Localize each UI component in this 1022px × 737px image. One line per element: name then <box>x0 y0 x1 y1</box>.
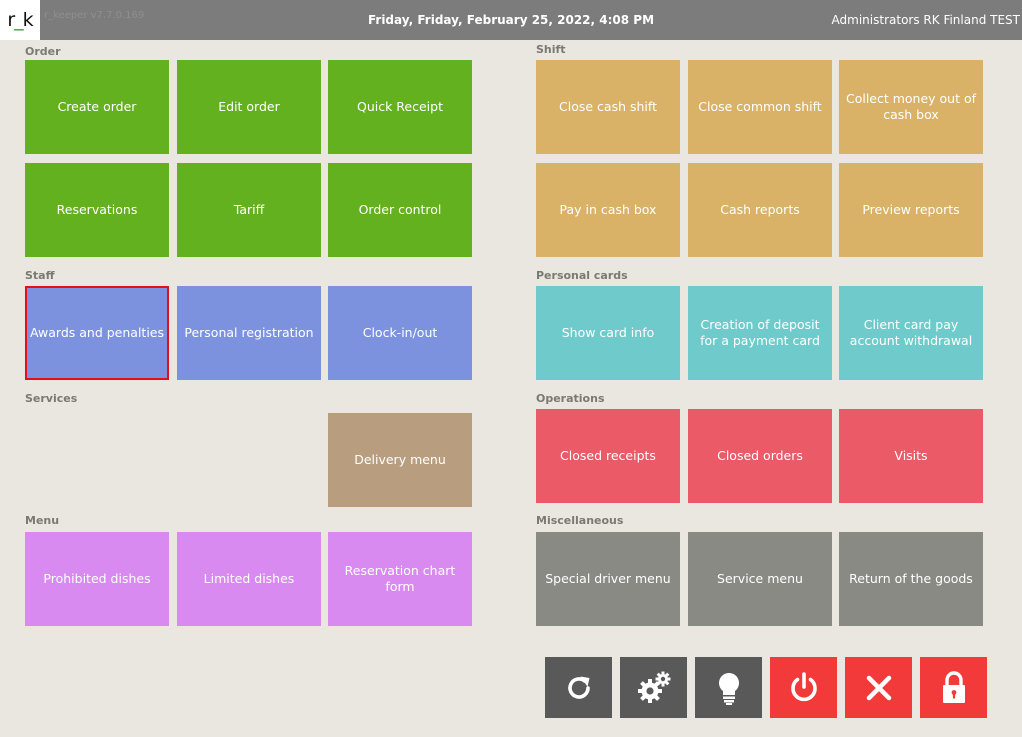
create-order-button[interactable]: Create order <box>25 60 169 154</box>
refresh-button[interactable] <box>545 657 612 718</box>
prohibited-dishes-button[interactable]: Prohibited dishes <box>25 532 169 626</box>
awards-and-penalties-button[interactable]: Awards and penalties <box>25 286 169 380</box>
show-card-info-button[interactable]: Show card info <box>536 286 680 380</box>
preview-reports-button[interactable]: Preview reports <box>839 163 983 257</box>
client-card-withdrawal-button[interactable]: Client card pay account withdrawal <box>839 286 983 380</box>
section-label-personal-cards: Personal cards <box>536 269 628 282</box>
settings-button[interactable] <box>620 657 687 718</box>
service-menu-button[interactable]: Service menu <box>688 532 832 626</box>
section-label-staff: Staff <box>25 269 55 282</box>
refresh-icon <box>567 676 590 699</box>
closed-orders-button[interactable]: Closed orders <box>688 409 832 503</box>
cash-reports-button[interactable]: Cash reports <box>688 163 832 257</box>
tariff-button[interactable]: Tariff <box>177 163 321 257</box>
section-label-operations: Operations <box>536 392 605 405</box>
quick-receipt-button[interactable]: Quick Receipt <box>328 60 472 154</box>
delivery-menu-button[interactable]: Delivery menu <box>328 413 472 507</box>
closed-receipts-button[interactable]: Closed receipts <box>536 409 680 503</box>
close-common-shift-button[interactable]: Close common shift <box>688 60 832 154</box>
reservation-chart-form-button[interactable]: Reservation chart form <box>328 532 472 626</box>
pay-in-cash-box-button[interactable]: Pay in cash box <box>536 163 680 257</box>
creation-of-deposit-button[interactable]: Creation of deposit for a payment card <box>688 286 832 380</box>
lock-icon <box>942 670 965 703</box>
top-bar: r _ k r_keeper v7.7.0.169 Friday, Friday, … <box>0 0 1022 40</box>
clock-in-out-button[interactable]: Clock-in/out <box>328 286 472 380</box>
tips-button[interactable] <box>695 657 762 718</box>
section-label-shift: Shift <box>536 43 566 56</box>
gears-icon <box>637 671 670 703</box>
special-driver-menu-button[interactable]: Special driver menu <box>536 532 680 626</box>
shutdown-button[interactable] <box>770 657 837 718</box>
close-icon <box>866 675 891 700</box>
section-label-order: Order <box>25 45 61 58</box>
reservations-button[interactable]: Reservations <box>25 163 169 257</box>
edit-order-button[interactable]: Edit order <box>177 60 321 154</box>
limited-dishes-button[interactable]: Limited dishes <box>177 532 321 626</box>
lightbulb-icon <box>718 672 739 705</box>
section-label-menu: Menu <box>25 514 60 527</box>
section-label-services: Services <box>25 392 78 405</box>
order-control-button[interactable]: Order control <box>328 163 472 257</box>
section-label-miscellaneous: Miscellaneous <box>536 514 624 527</box>
lock-button[interactable] <box>920 657 987 718</box>
personal-registration-button[interactable]: Personal registration <box>177 286 321 380</box>
power-icon <box>790 671 817 701</box>
close-button[interactable] <box>845 657 912 718</box>
visits-button[interactable]: Visits <box>839 409 983 503</box>
user-label: Administrators RK Finland TEST <box>831 13 1020 27</box>
return-of-goods-button[interactable]: Return of the goods <box>839 532 983 626</box>
collect-money-button[interactable]: Collect money out of cash box <box>839 60 983 154</box>
close-cash-shift-button[interactable]: Close cash shift <box>536 60 680 154</box>
